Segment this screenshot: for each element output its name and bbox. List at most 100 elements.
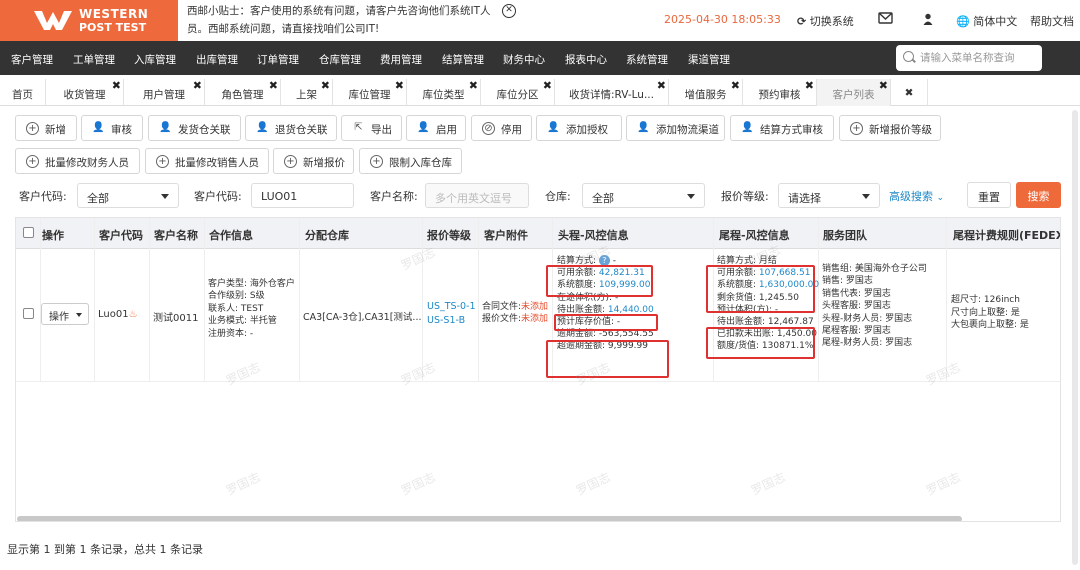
export-icon: ⇱ bbox=[354, 122, 363, 133]
close-icon[interactable]: ✖ bbox=[321, 79, 330, 92]
vertical-scrollbar[interactable] bbox=[1072, 110, 1078, 565]
plus-icon: + bbox=[370, 155, 383, 168]
menu-item-outbound[interactable]: 出库管理 bbox=[196, 52, 238, 67]
customer-name-label: 客户名称: bbox=[370, 190, 418, 203]
settlement-audit-button[interactable]: 👤 结算方式审核 bbox=[730, 115, 834, 141]
help-docs-link[interactable]: 帮助文档 bbox=[1030, 13, 1074, 29]
tab-location-zone[interactable]: 库位分区 ✖ bbox=[481, 79, 555, 106]
close-icon[interactable]: ✖ bbox=[269, 79, 278, 92]
fedex-line: 尺寸向上取整: 是 bbox=[951, 307, 1020, 318]
batch-edit-finance-button[interactable]: + 批量修改财务人员 bbox=[15, 148, 140, 174]
menu-item-finance[interactable]: 财务中心 bbox=[503, 52, 545, 67]
close-icon[interactable]: ✖ bbox=[543, 79, 552, 92]
customer-code-input[interactable]: LUO01 bbox=[251, 183, 354, 208]
quote-level-link[interactable]: US-S1-B bbox=[427, 314, 476, 328]
quote-level-link[interactable]: US_TS-0-1 bbox=[427, 300, 476, 314]
team-line: 尾程客服: 罗国志 bbox=[822, 326, 891, 337]
close-icon[interactable]: ✖ bbox=[805, 79, 814, 92]
tab-receiving-detail[interactable]: 收货详情:RV-Lu... ✖ bbox=[555, 79, 669, 106]
select-all-checkbox[interactable] bbox=[23, 227, 34, 238]
menu-item-system[interactable]: 系统管理 bbox=[626, 52, 668, 67]
attachment-label: 报价文件: bbox=[482, 314, 522, 325]
button-label: 新增报价等级 bbox=[869, 124, 932, 136]
close-icon[interactable]: ✖ bbox=[395, 79, 404, 92]
header-quote-level: 报价等级 bbox=[427, 229, 471, 242]
close-icon[interactable]: ✖ bbox=[731, 79, 740, 92]
customer-name-input[interactable]: 多个用英文逗号 bbox=[425, 183, 529, 208]
disable-button[interactable]: ⊘ 停用 bbox=[471, 115, 532, 141]
tab-users[interactable]: 用户管理 ✖ bbox=[124, 79, 205, 106]
export-button[interactable]: ⇱ 导出 bbox=[341, 115, 402, 141]
close-icon[interactable]: ✖ bbox=[879, 79, 888, 92]
add-logistics-channel-button[interactable]: 👤 添加物流渠道 bbox=[626, 115, 725, 141]
close-icon[interactable]: ✖ bbox=[193, 79, 202, 92]
horizontal-scrollbar[interactable] bbox=[17, 516, 962, 521]
switch-system-button[interactable]: ⟳ 切换系统 bbox=[797, 13, 854, 29]
tab-location[interactable]: 库位管理 ✖ bbox=[333, 79, 407, 106]
language-selector[interactable]: 🌐 简体中文 bbox=[956, 13, 1017, 29]
user-icon: 👤 bbox=[637, 122, 650, 133]
mail-icon[interactable] bbox=[878, 12, 893, 27]
brand-logo[interactable]: WESTERN POST TEST bbox=[0, 0, 178, 41]
menu-item-inbound[interactable]: 入库管理 bbox=[134, 52, 176, 67]
close-icon[interactable]: ✖ bbox=[657, 79, 666, 92]
warehouse-select[interactable]: 全部 bbox=[582, 183, 705, 208]
plus-icon: + bbox=[850, 122, 863, 135]
row-checkbox[interactable] bbox=[23, 308, 34, 319]
audit-button[interactable]: 👤 审核 bbox=[81, 115, 143, 141]
attachment-status[interactable]: 未添加 bbox=[521, 314, 548, 324]
tab-label: 客户列表 bbox=[832, 89, 875, 101]
add-authorization-button[interactable]: 👤 添加授权 bbox=[536, 115, 622, 141]
restrict-inbound-warehouse-button[interactable]: + 限制入库仓库 bbox=[359, 148, 462, 174]
menu-item-report[interactable]: 报表中心 bbox=[565, 52, 607, 67]
attachment-status[interactable]: 未添加 bbox=[521, 302, 548, 312]
return-warehouse-link-button[interactable]: 👤 退货仓关联 bbox=[245, 115, 337, 141]
ship-warehouse-link-button[interactable]: 👤 发货仓关联 bbox=[148, 115, 241, 141]
menu-item-fee[interactable]: 费用管理 bbox=[380, 52, 422, 67]
reset-button[interactable]: 重置 bbox=[967, 182, 1011, 208]
tab-appointment[interactable]: 预约审核 ✖ bbox=[743, 79, 817, 106]
user-icon[interactable] bbox=[923, 13, 933, 28]
enable-button[interactable]: 👤 启用 bbox=[406, 115, 466, 141]
tab-receiving[interactable]: 收货管理 ✖ bbox=[46, 79, 124, 106]
close-icon[interactable]: ✖ bbox=[112, 79, 121, 92]
menu-item-order[interactable]: 订单管理 bbox=[257, 52, 299, 67]
coop-line: 注册资本: - bbox=[208, 328, 254, 339]
customer-code-select[interactable]: 全部 bbox=[77, 183, 179, 208]
tab-customer-list[interactable]: 客户列表 ✖ bbox=[817, 79, 891, 106]
close-all-tabs-icon[interactable]: ✖ bbox=[891, 79, 928, 106]
tab-label: 上架 bbox=[296, 89, 317, 101]
menu-item-settlement[interactable]: 结算管理 bbox=[442, 52, 484, 67]
tab-home[interactable]: 首页 bbox=[0, 79, 46, 106]
search-button[interactable]: 搜索 bbox=[1016, 182, 1061, 208]
tab-location-type[interactable]: 库位类型 ✖ bbox=[407, 79, 481, 106]
button-label: 新增 bbox=[45, 124, 66, 136]
tab-value-added[interactable]: 增值服务 ✖ bbox=[669, 79, 743, 106]
quote-level-select[interactable]: 请选择 bbox=[778, 183, 880, 208]
tab-shelving[interactable]: 上架 ✖ bbox=[281, 79, 333, 106]
menu-item-customer[interactable]: 客户管理 bbox=[11, 52, 53, 67]
customer-code-value: Luo01 bbox=[98, 309, 129, 320]
batch-edit-sales-button[interactable]: + 批量修改销售人员 bbox=[145, 148, 269, 174]
pagination-summary: 显示第 1 到第 1 条记录，总共 1 条记录 bbox=[7, 543, 203, 556]
add-button[interactable]: + 新增 bbox=[15, 115, 77, 141]
tab-roles[interactable]: 角色管理 ✖ bbox=[205, 79, 281, 106]
team-line: 头程客服: 罗国志 bbox=[822, 301, 891, 312]
menu-item-warehouse[interactable]: 仓库管理 bbox=[319, 52, 361, 67]
add-quote-level-button[interactable]: + 新增报价等级 bbox=[839, 115, 941, 141]
button-label: 结算方式审核 bbox=[760, 124, 823, 136]
advanced-search-link[interactable]: 高级搜索 ⌄ bbox=[889, 188, 944, 204]
button-label: 添加物流渠道 bbox=[656, 124, 719, 136]
add-quote-button[interactable]: + 新增报价 bbox=[273, 148, 354, 174]
customer-name-cell: 测试0011 bbox=[153, 313, 199, 324]
row-operation-dropdown[interactable]: 操作 bbox=[41, 303, 89, 325]
menu-search-input[interactable]: 请输入菜单名称查询 bbox=[896, 45, 1042, 71]
warehouse-label: 仓库: bbox=[545, 190, 571, 203]
tab-label: 角色管理 bbox=[221, 89, 264, 101]
menu-item-ticket[interactable]: 工单管理 bbox=[73, 52, 115, 67]
notice-close-icon[interactable]: ✕ bbox=[502, 4, 516, 18]
menu-item-channel[interactable]: 渠道管理 bbox=[688, 52, 730, 67]
language-label: 简体中文 bbox=[973, 15, 1018, 28]
close-icon[interactable]: ✖ bbox=[469, 79, 478, 92]
user-icon: 👤 bbox=[159, 122, 172, 133]
